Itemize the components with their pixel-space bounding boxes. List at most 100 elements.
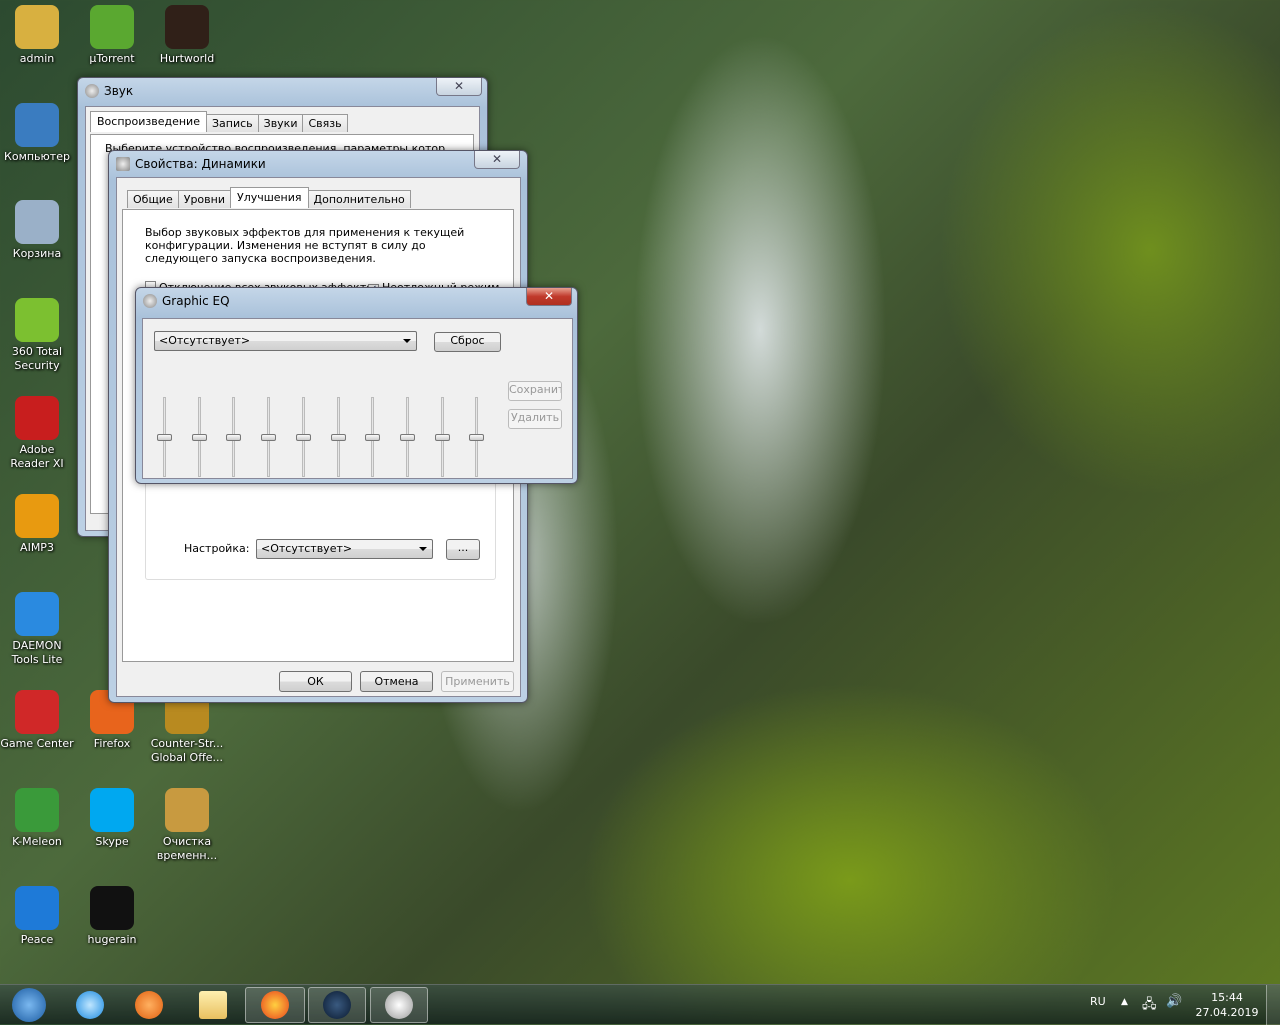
eq-client: <Отсутствует> Сброс Сохранить Удалить 31… bbox=[142, 318, 573, 479]
enhancements-description: Выбор звуковых эффектов для применения к… bbox=[145, 226, 465, 265]
eq-icon bbox=[143, 294, 157, 308]
desktop-icon[interactable]: µTorrent bbox=[75, 5, 149, 66]
eq-slider-1k[interactable] bbox=[329, 397, 349, 477]
desktop-icon[interactable]: Компьютер bbox=[0, 103, 74, 164]
close-button[interactable]: ✕ bbox=[474, 151, 520, 169]
explorer[interactable] bbox=[188, 987, 238, 1023]
desktop-icon[interactable]: admin bbox=[0, 5, 74, 66]
k-meleon-icon bbox=[15, 788, 59, 832]
windows-media-player[interactable] bbox=[128, 987, 170, 1023]
speaker-icon bbox=[385, 991, 413, 1019]
apply-button[interactable]: Применить bbox=[441, 671, 514, 692]
desktop-icon[interactable]: Hurtworld bbox=[150, 5, 224, 66]
tab[interactable]: Запись bbox=[205, 114, 259, 132]
desktop-icon-label: Skype bbox=[95, 835, 129, 848]
desktop-icon[interactable]: Peace bbox=[0, 886, 74, 947]
hugerain-icon bbox=[90, 886, 134, 930]
desktop-icon-label: Hurtworld bbox=[159, 52, 215, 65]
eq-slider-500[interactable] bbox=[294, 397, 314, 477]
daemon-tools-icon bbox=[15, 592, 59, 636]
sound[interactable] bbox=[370, 987, 428, 1023]
tab[interactable]: Уровни bbox=[177, 190, 231, 208]
recycle-bin-icon bbox=[15, 200, 59, 244]
date: 27.04.2019 bbox=[1195, 1006, 1259, 1019]
start-button[interactable] bbox=[0, 987, 58, 1023]
windows-logo-icon bbox=[12, 988, 46, 1022]
desktop-icon[interactable]: K-Meleon bbox=[0, 788, 74, 849]
slider-thumb[interactable] bbox=[157, 433, 172, 441]
desktop-icon[interactable]: 360 Total Security bbox=[0, 298, 74, 373]
firefox-icon bbox=[261, 991, 289, 1019]
slider-thumb[interactable] bbox=[226, 433, 242, 441]
eq-slider-2k[interactable] bbox=[363, 397, 383, 477]
cancel-button[interactable]: Отмена bbox=[360, 671, 433, 692]
slider-thumb[interactable] bbox=[295, 433, 311, 441]
desktop-icon[interactable]: Game Center bbox=[0, 690, 74, 751]
tab[interactable]: Звуки bbox=[257, 114, 304, 132]
window-title: Graphic EQ bbox=[162, 294, 230, 308]
slider-thumb[interactable] bbox=[469, 433, 485, 441]
volume-icon[interactable]: 🔊 bbox=[1166, 994, 1182, 1009]
steam[interactable] bbox=[308, 987, 366, 1023]
tab[interactable]: Дополнительно bbox=[307, 190, 411, 208]
firefox[interactable] bbox=[245, 987, 305, 1023]
eq-preset-dropdown[interactable]: <Отсутствует> bbox=[154, 331, 417, 351]
close-button[interactable]: ✕ bbox=[436, 78, 482, 96]
eq-slider-250[interactable] bbox=[259, 397, 279, 477]
slider-thumb[interactable] bbox=[191, 433, 207, 441]
slider-thumb[interactable] bbox=[399, 433, 415, 441]
hurtworld-icon bbox=[165, 5, 209, 49]
peace-icon bbox=[15, 886, 59, 930]
desktop-icon-label: 360 Total Security bbox=[11, 345, 63, 372]
window-title: Свойства: Динамики bbox=[135, 157, 266, 171]
desktop-icon-label: AIMP3 bbox=[20, 541, 54, 554]
internet-explorer[interactable] bbox=[66, 987, 114, 1023]
eq-slider-4k[interactable] bbox=[398, 397, 418, 477]
eq-slider-16k[interactable] bbox=[467, 397, 487, 477]
show-hidden-icons-arrow-icon[interactable]: ▲ bbox=[1121, 997, 1128, 1007]
desktop-icon[interactable]: AIMP3 bbox=[0, 494, 74, 555]
ie-icon bbox=[76, 991, 104, 1019]
preset-dropdown[interactable]: <Отсутствует> bbox=[256, 539, 433, 559]
tab[interactable]: Улучшения bbox=[229, 187, 309, 208]
desktop-icon[interactable]: Skype bbox=[75, 788, 149, 849]
desktop-icon[interactable]: Корзина bbox=[0, 200, 74, 261]
ok-button[interactable]: ОК bbox=[279, 671, 352, 692]
eq-slider-62[interactable] bbox=[190, 397, 210, 477]
taskbar: RU ▲ 🖧 🔊 15:44 27.04.2019 bbox=[0, 984, 1280, 1025]
desktop-icon[interactable]: hugerain bbox=[75, 886, 149, 947]
save-button[interactable]: Сохранить bbox=[508, 381, 562, 401]
clock[interactable]: 15:44 27.04.2019 bbox=[1195, 990, 1259, 1020]
close-button[interactable]: ✕ bbox=[526, 288, 572, 306]
tab[interactable]: Общие bbox=[127, 190, 179, 208]
reset-button[interactable]: Сброс bbox=[434, 332, 501, 352]
time: 15:44 bbox=[1211, 991, 1243, 1004]
show-desktop-button[interactable] bbox=[1266, 985, 1280, 1025]
window-title: Звук bbox=[104, 84, 134, 98]
desktop-icon-label: K-Meleon bbox=[12, 835, 62, 848]
desktop-icon-label: Компьютер bbox=[4, 150, 70, 163]
tab[interactable]: Связь bbox=[302, 114, 348, 132]
tab[interactable]: Воспроизведение bbox=[90, 111, 207, 132]
language-indicator[interactable]: RU bbox=[1090, 995, 1106, 1008]
slider-thumb[interactable] bbox=[330, 433, 346, 441]
slider-thumb[interactable] bbox=[261, 433, 277, 441]
delete-button[interactable]: Удалить bbox=[508, 409, 562, 429]
desktop-icon-label: hugerain bbox=[87, 933, 137, 946]
slider-thumb[interactable] bbox=[434, 433, 450, 441]
eq-slider-31[interactable] bbox=[155, 397, 175, 477]
eq-slider-8k[interactable] bbox=[433, 397, 453, 477]
eq-slider-125[interactable] bbox=[224, 397, 244, 477]
desktop-icon[interactable]: Очистка временн... bbox=[150, 788, 224, 863]
desktop-icon-label: Очистка временн... bbox=[156, 835, 218, 862]
desktop-icon-label: Firefox bbox=[93, 737, 131, 750]
desktop-icon-label: Корзина bbox=[12, 247, 62, 260]
network-icon[interactable]: 🖧 bbox=[1142, 995, 1157, 1017]
skype-icon bbox=[90, 788, 134, 832]
aimp-icon bbox=[15, 494, 59, 538]
desktop-icon[interactable]: Adobe Reader XI bbox=[0, 396, 74, 471]
slider-thumb[interactable] bbox=[365, 433, 381, 441]
desktop-icon[interactable]: DAEMON Tools Lite bbox=[0, 592, 74, 667]
more-button[interactable]: ... bbox=[446, 539, 480, 560]
dropdown-value: <Отсутствует> bbox=[261, 542, 353, 555]
